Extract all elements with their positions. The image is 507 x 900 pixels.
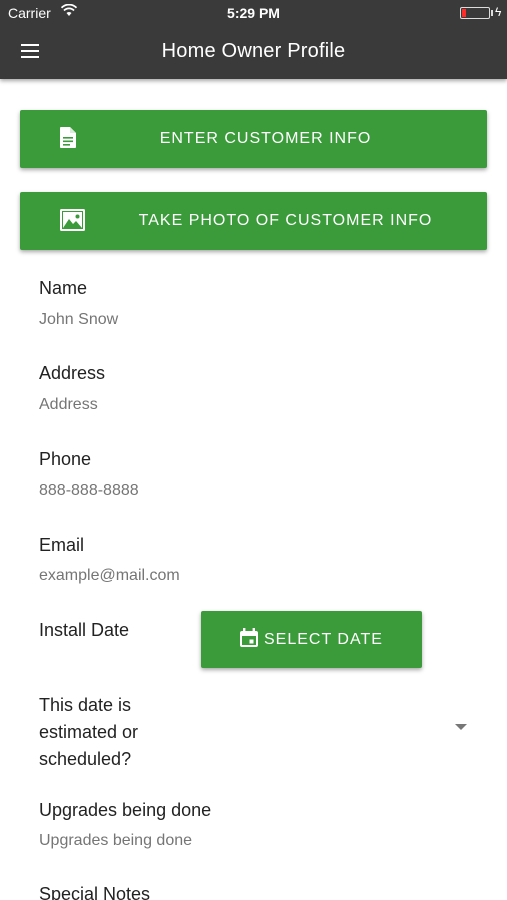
phone-label: Phone [39,449,92,469]
upgrades-input[interactable] [39,832,469,850]
email-input[interactable] [39,567,469,585]
app-bar: Home Owner Profile [0,26,507,79]
calendar-icon [239,628,259,653]
charging-icon: ϟ [495,5,502,19]
battery-icon [460,7,490,19]
enter-customer-info-label: ENTER CUSTOMER INFO [159,130,372,147]
select-date-label: SELECT DATE [264,631,383,648]
page-title: Home Owner Profile [161,40,346,62]
take-photo-button[interactable]: TAKE PHOTO OF CUSTOMER INFO [20,192,487,250]
dropdown-arrow-icon[interactable] [455,724,467,730]
name-input[interactable] [39,311,469,329]
header: Carrier 5:29 PM ϟ Home Owner Profile [0,0,507,79]
clock: 5:29 PM [227,5,280,21]
email-label: Email [39,535,85,555]
upgrades-label: Upgrades being done [39,800,212,820]
special-notes-label: Special Notes [39,884,151,900]
name-label: Name [39,278,88,298]
enter-customer-info-button[interactable]: ENTER CUSTOMER INFO [20,110,487,168]
take-photo-label: TAKE PHOTO OF CUSTOMER INFO [138,212,433,229]
address-input[interactable] [39,396,469,414]
install-date-label: Install Date [39,620,130,640]
select-date-button[interactable]: SELECT DATE [201,611,422,668]
status-bar: Carrier 5:29 PM ϟ [0,0,507,26]
phone-input[interactable] [39,482,469,500]
address-label: Address [39,363,106,383]
battery-cap [491,10,493,16]
date-type-label: This date is estimated or scheduled? [39,695,139,769]
